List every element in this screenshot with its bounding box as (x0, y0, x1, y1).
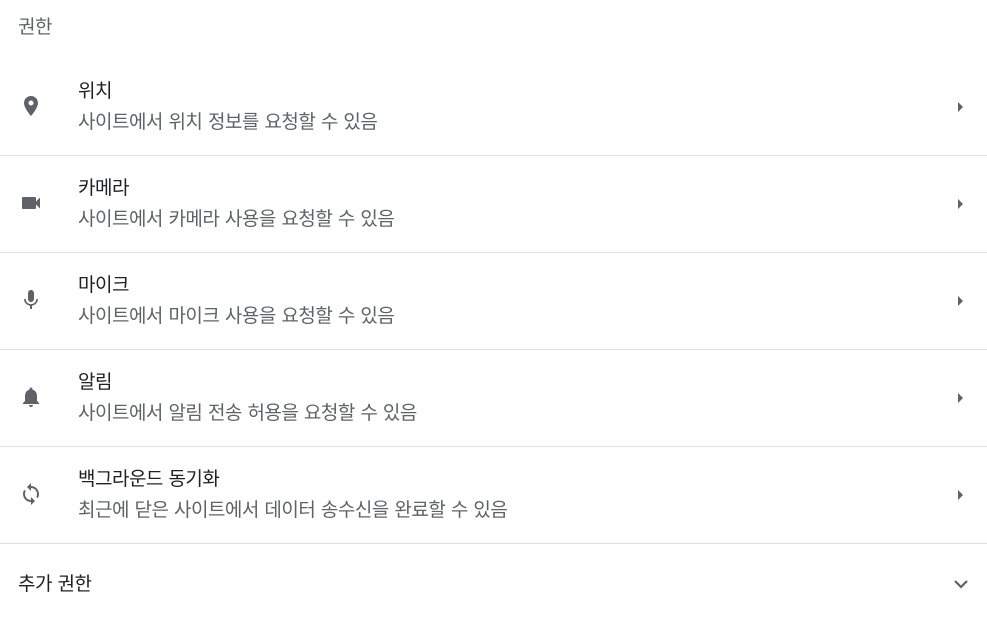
permission-row-camera[interactable]: 카메라 사이트에서 카메라 사용을 요청할 수 있음 (0, 156, 987, 253)
permission-title: 카메라 (78, 177, 129, 199)
arrow-right-icon (955, 293, 965, 309)
additional-permissions-label: 추가 권한 (18, 573, 92, 595)
permission-description: 사이트에서 위치 정보를 요청할 수 있음 (78, 111, 378, 133)
permission-title: 위치 (78, 80, 112, 102)
permission-title: 알림 (78, 371, 112, 393)
permission-description: 사이트에서 알림 전송 허용을 요청할 수 있음 (78, 402, 417, 424)
additional-permissions-toggle[interactable]: 추가 권한 (0, 547, 987, 617)
video-camera-icon (18, 190, 44, 216)
permission-title: 마이크 (78, 274, 129, 296)
permission-description: 사이트에서 마이크 사용을 요청할 수 있음 (78, 305, 395, 327)
permission-row-background-sync[interactable]: 백그라운드 동기화 최근에 닫은 사이트에서 데이터 송수신을 완료할 수 있음 (0, 447, 987, 544)
permission-description: 최근에 닫은 사이트에서 데이터 송수신을 완료할 수 있음 (78, 499, 508, 521)
permission-description: 사이트에서 카메라 사용을 요청할 수 있음 (78, 208, 395, 230)
sync-icon (18, 481, 44, 507)
permission-title: 백그라운드 동기화 (78, 468, 220, 490)
permission-row-location[interactable]: 위치 사이트에서 위치 정보를 요청할 수 있음 (0, 59, 987, 156)
arrow-right-icon (955, 196, 965, 212)
permission-row-notifications[interactable]: 알림 사이트에서 알림 전송 허용을 요청할 수 있음 (0, 350, 987, 447)
arrow-right-icon (955, 390, 965, 406)
arrow-right-icon (955, 99, 965, 115)
permission-row-microphone[interactable]: 마이크 사이트에서 마이크 사용을 요청할 수 있음 (0, 253, 987, 350)
arrow-right-icon (955, 487, 965, 503)
location-pin-icon (18, 93, 44, 119)
bell-icon (18, 384, 44, 410)
section-title: 권한 (18, 16, 52, 38)
chevron-down-icon (953, 575, 969, 589)
microphone-icon (18, 287, 44, 313)
permission-list: 위치 사이트에서 위치 정보를 요청할 수 있음 카메라 사이트에서 카메라 사… (0, 59, 987, 544)
